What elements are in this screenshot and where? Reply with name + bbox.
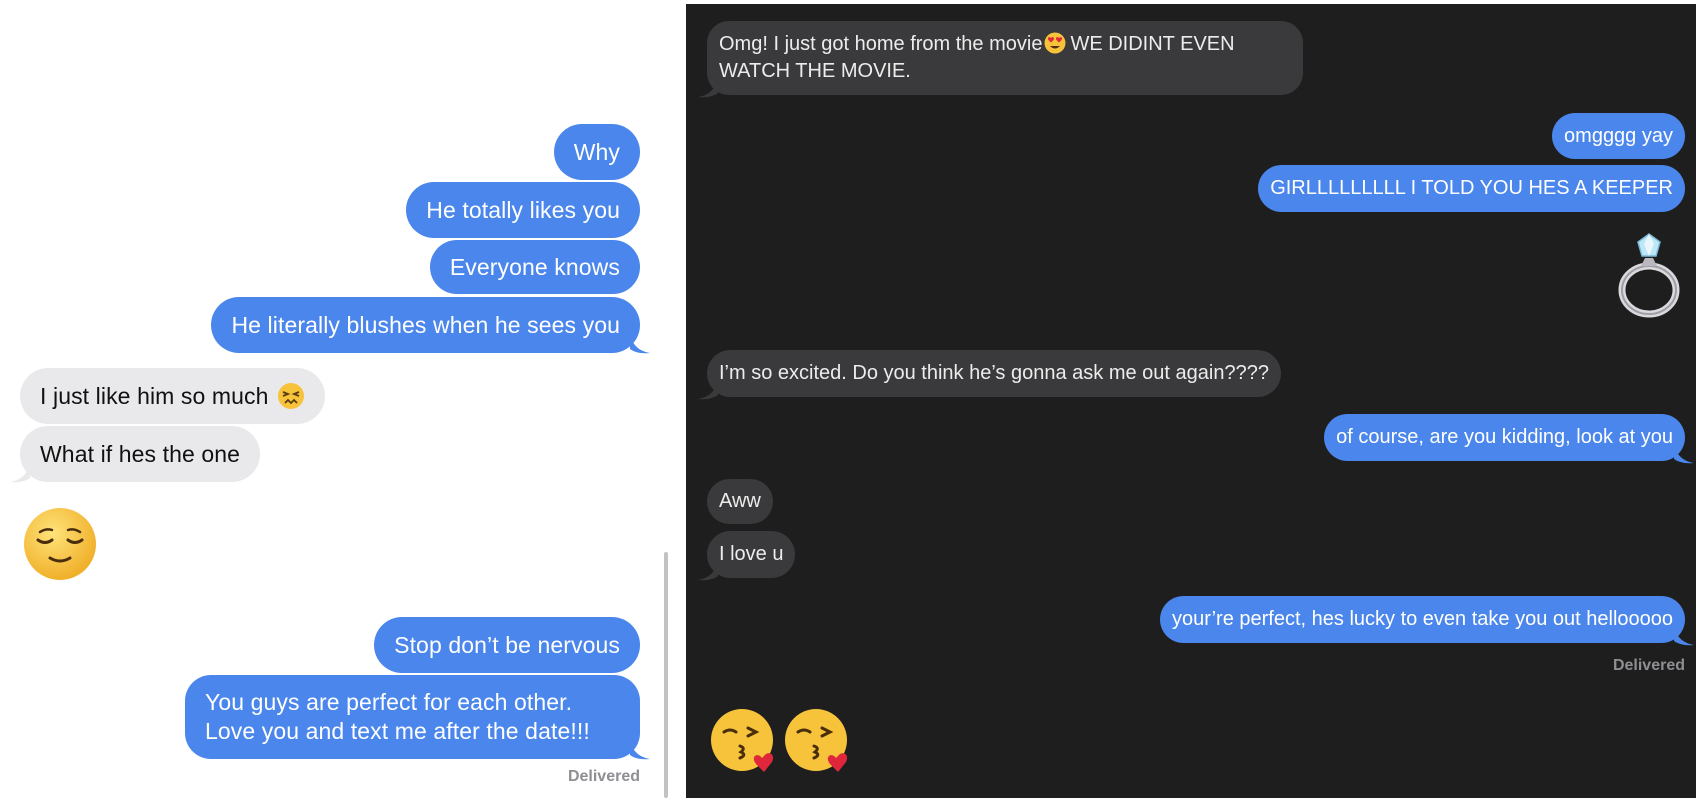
message-bubble-received[interactable]: I love u <box>707 531 796 578</box>
message-bubble-sent[interactable]: of course, are you kidding, look at you <box>1324 414 1685 461</box>
message-text: omgggg yay <box>1564 124 1673 147</box>
bubble-tail <box>1674 626 1694 646</box>
message-text: Why <box>573 138 620 165</box>
bubble-tail <box>630 334 650 354</box>
scrollbar[interactable] <box>664 552 668 798</box>
ring-icon[interactable] <box>1614 232 1684 318</box>
message-text: What if hes the one <box>40 440 241 467</box>
message-text: He literally blushes when he sees you <box>231 311 620 338</box>
message-text: Everyone knows <box>449 253 620 280</box>
message-text: your’re perfect, hes lucky to even take … <box>1171 608 1673 630</box>
message-bubble-sent[interactable]: You guys are perfect for each other. Lov… <box>185 675 640 759</box>
bubble-tail <box>630 740 650 760</box>
message-text: I love u <box>719 543 784 565</box>
delivered-status: Delivered <box>1612 657 1685 674</box>
message-bubble-received[interactable]: I just like him so much <box>20 368 325 424</box>
dark-message-thread: Omg! I just got home from the movie WE D… <box>686 4 1696 798</box>
message-bubble-received[interactable]: I’m so excited. Do you think he’s gonna … <box>707 350 1281 397</box>
message-text: Omg! I just got home from the movie WE D… <box>719 32 1235 82</box>
light-message-thread: Why He totally likes you Everyone knows … <box>0 0 686 798</box>
message-text: You guys are perfect for each other. Lov… <box>205 689 590 744</box>
message-text: I’m so excited. Do you think he’s gonna … <box>719 362 1269 384</box>
confounded-face-icon <box>277 383 304 409</box>
message-bubble-received[interactable]: What if hes the one <box>20 426 261 482</box>
bubble-tail <box>10 463 30 483</box>
message-bubble-sent[interactable]: omgggg yay <box>1552 113 1685 159</box>
message-text: Aww <box>719 490 761 512</box>
message-text: He totally likes you <box>426 196 620 223</box>
kissing-face-with-heart-icon[interactable] <box>784 702 854 778</box>
relieved-face-icon[interactable] <box>22 506 98 582</box>
kissing-face-with-heart-icon[interactable] <box>710 702 780 778</box>
bubble-tail <box>1674 444 1694 464</box>
message-bubble-sent[interactable]: Why <box>553 124 640 180</box>
bubble-tail <box>698 78 718 98</box>
message-bubble-sent[interactable]: Everyone knows <box>429 240 640 294</box>
message-bubble-received[interactable]: Omg! I just got home from the movie WE D… <box>707 21 1303 95</box>
message-bubble-received[interactable]: Aww <box>707 479 773 524</box>
message-text: Stop don’t be nervous <box>394 631 620 658</box>
bubble-tail <box>698 561 718 581</box>
bubble-tail <box>698 380 718 400</box>
delivered-status: Delivered <box>567 768 640 785</box>
message-text: GIRLLLLLLLLL I TOLD YOU HES A KEEPER <box>1270 177 1673 199</box>
message-bubble-sent[interactable]: GIRLLLLLLLLL I TOLD YOU HES A KEEPER <box>1258 165 1685 212</box>
message-bubble-sent[interactable]: Stop don’t be nervous <box>374 617 640 673</box>
message-bubble-sent[interactable]: He totally likes you <box>406 182 640 238</box>
message-bubble-sent[interactable]: your’re perfect, hes lucky to even take … <box>1159 596 1685 643</box>
message-text: of course, are you kidding, look at you <box>1336 426 1673 448</box>
heart-eyes-face-icon <box>1044 32 1066 54</box>
message-text: I just like him so much <box>40 382 269 409</box>
message-bubble-sent[interactable]: He literally blushes when he sees you <box>211 297 640 353</box>
